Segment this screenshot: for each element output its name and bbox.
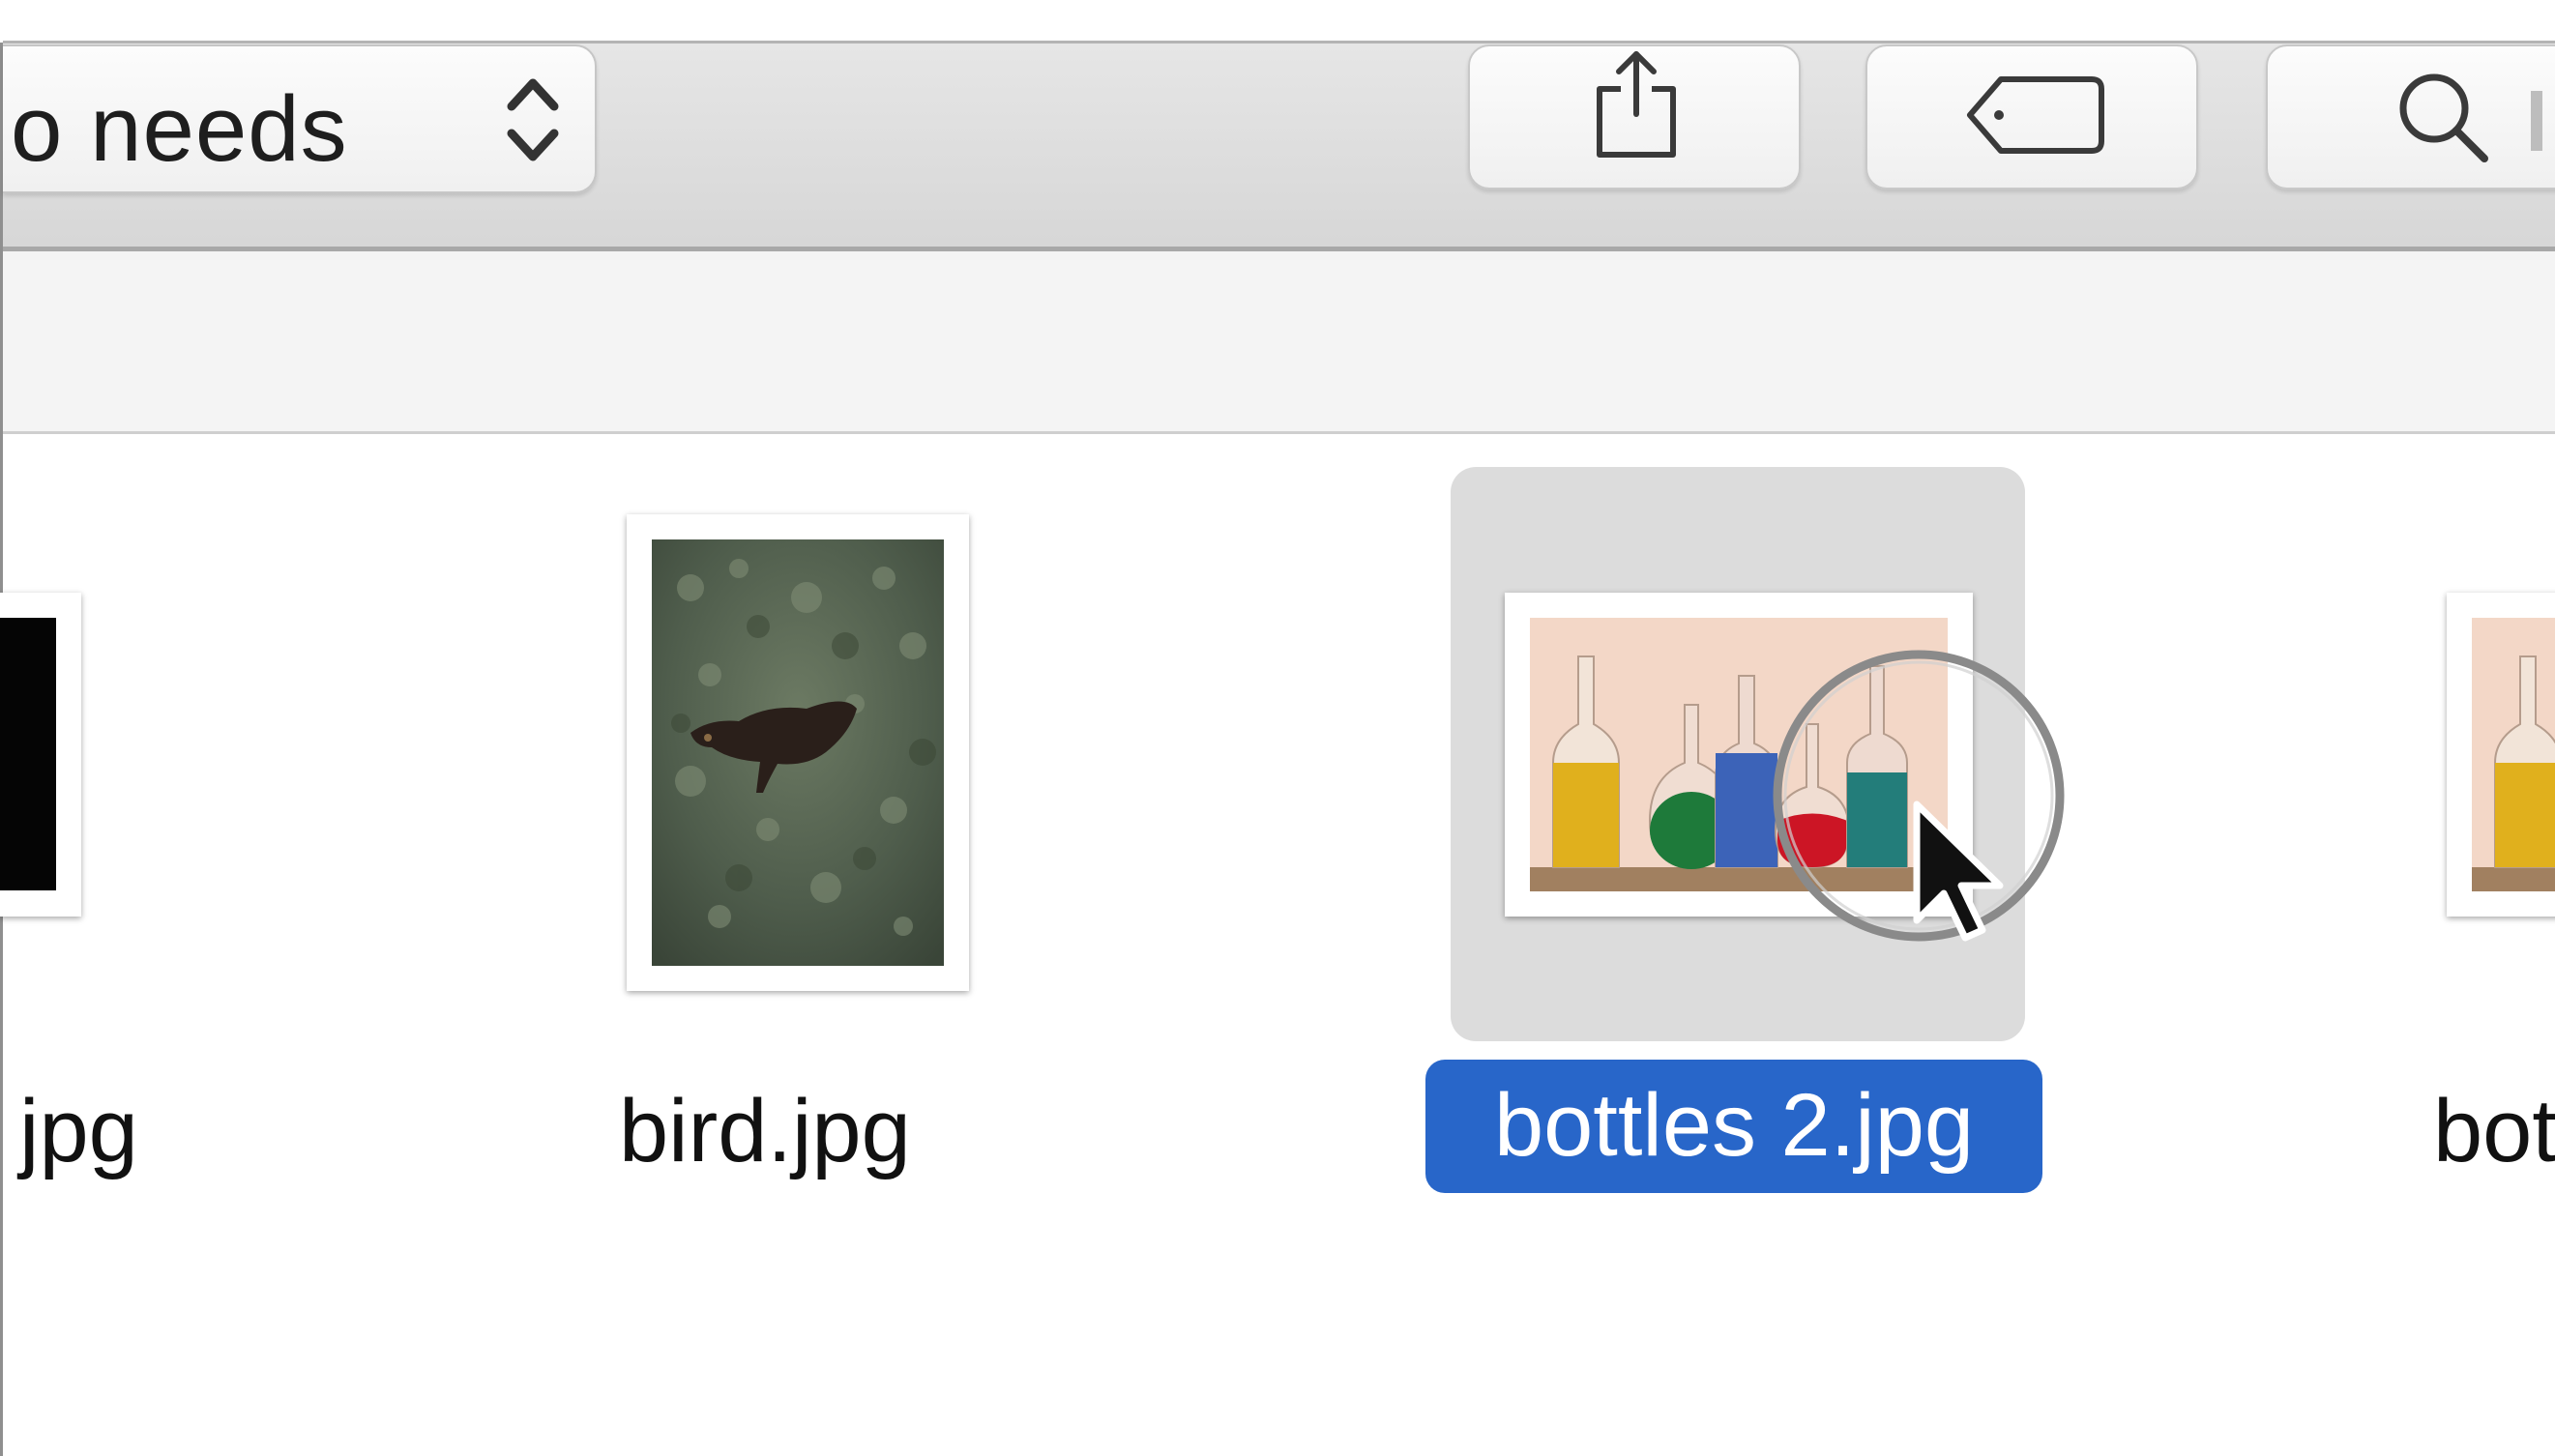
search-button[interactable] bbox=[2266, 44, 2555, 189]
file-thumbnail-partial[interactable] bbox=[2447, 593, 2555, 917]
search-field-partial-icon bbox=[2531, 91, 2542, 151]
toolbar: o needs bbox=[3, 0, 2555, 251]
selected-file-name[interactable]: bottles 2.jpg bbox=[1425, 1060, 2042, 1193]
toolbar-divider bbox=[3, 41, 2555, 44]
share-button[interactable] bbox=[1468, 44, 1801, 189]
file-name[interactable]: bot bbox=[2433, 1073, 2555, 1189]
mouse-pointer-icon bbox=[1773, 650, 2065, 942]
path-bar bbox=[3, 251, 2555, 434]
search-icon bbox=[2399, 73, 2488, 162]
bottles-image-partial bbox=[2472, 618, 2555, 891]
updown-chevron-icon bbox=[507, 78, 559, 161]
file-thumbnail[interactable] bbox=[0, 593, 81, 917]
share-icon bbox=[1597, 51, 1676, 158]
arrange-by-popup[interactable]: o needs bbox=[3, 44, 597, 193]
tags-button[interactable] bbox=[1865, 44, 2198, 189]
file-name[interactable]: jpg bbox=[19, 1073, 138, 1189]
file-browser bbox=[3, 434, 2555, 1456]
finder-window: o needs jpg bird.jpg bottles 2.jpg bot bbox=[0, 0, 2555, 1456]
file-name[interactable]: bird.jpg bbox=[619, 1073, 911, 1189]
thumbnail-image bbox=[0, 618, 56, 890]
tag-icon bbox=[1967, 76, 2104, 154]
bird-image bbox=[652, 539, 944, 966]
file-name: bottles 2.jpg bbox=[1493, 1076, 1975, 1175]
file-thumbnail-bird[interactable] bbox=[627, 514, 969, 991]
arrange-by-label: o needs bbox=[11, 77, 348, 181]
